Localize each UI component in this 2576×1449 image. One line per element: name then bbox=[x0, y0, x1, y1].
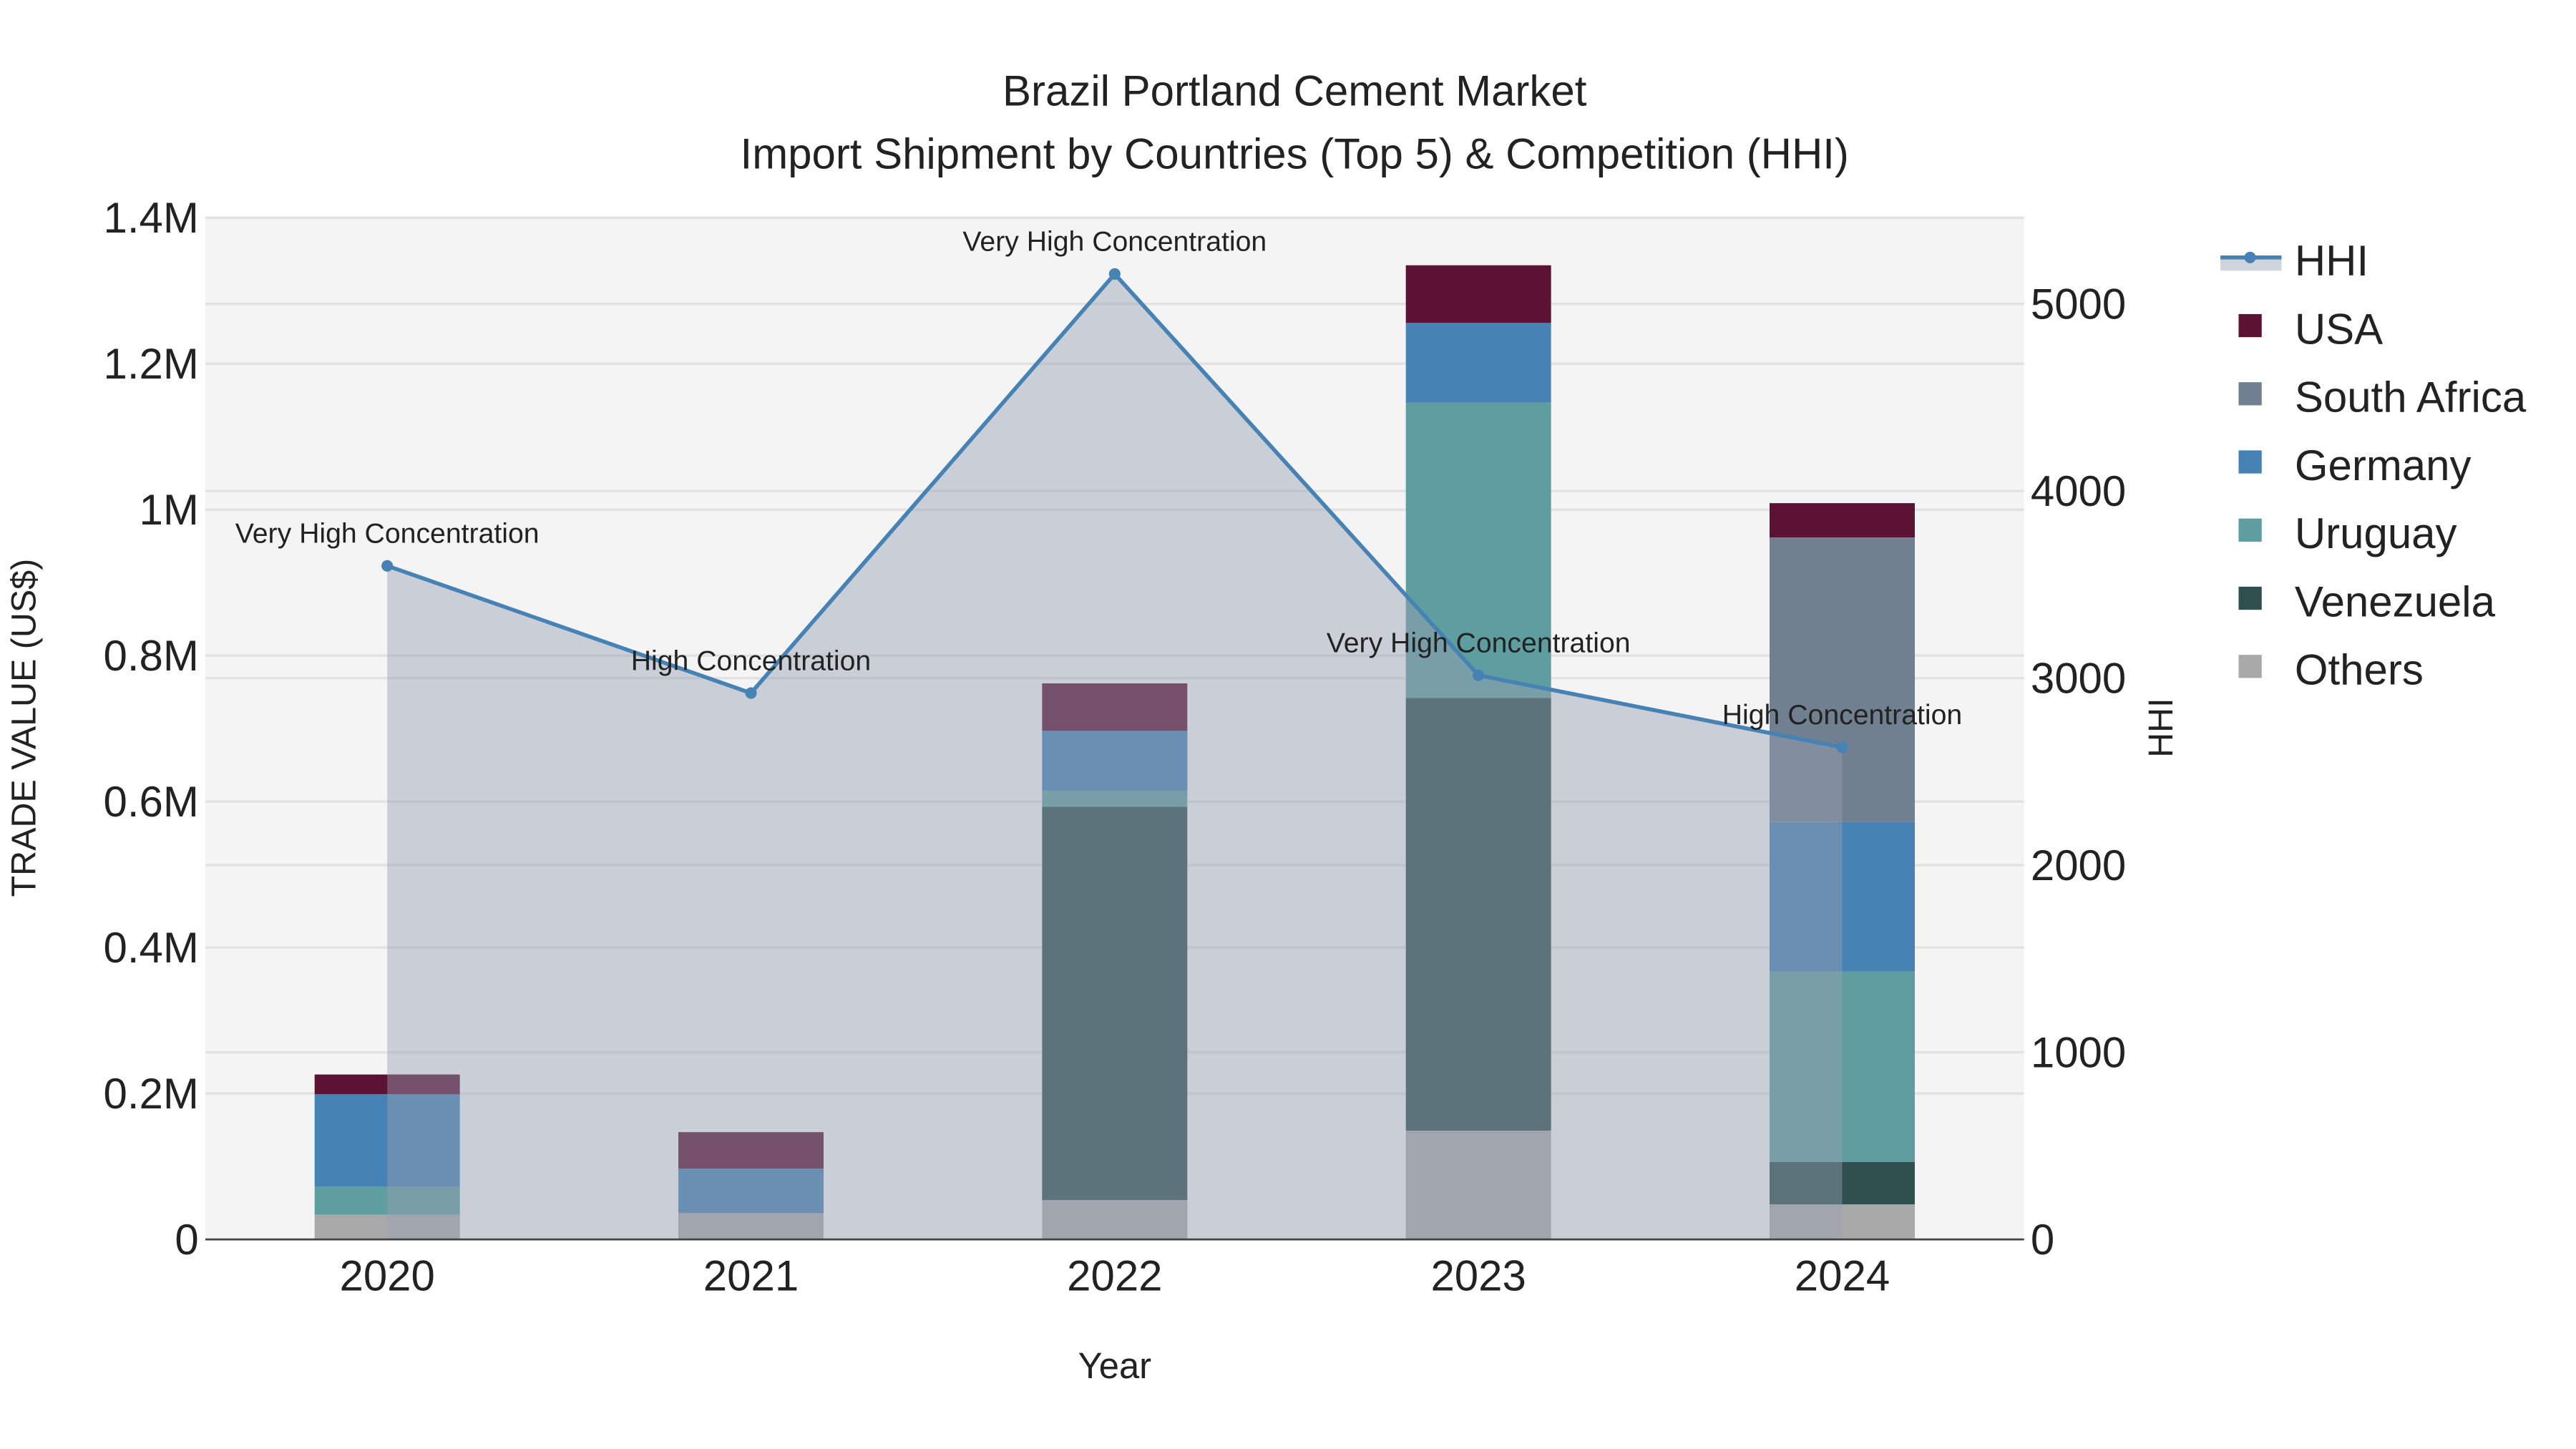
bar-usa bbox=[1770, 503, 1915, 538]
hhi-point bbox=[1108, 268, 1121, 280]
x-tick-label: 2024 bbox=[1795, 1252, 1890, 1300]
hhi-annotation: High Concentration bbox=[631, 645, 871, 676]
hhi-annotation: Very High Concentration bbox=[1327, 628, 1631, 658]
y2-tick-label: 0 bbox=[2031, 1216, 2054, 1264]
y2-tick-label: 4000 bbox=[2031, 467, 2126, 515]
legend-label: USA bbox=[2295, 305, 2383, 353]
chart: Brazil Portland Cement Market Import Shi… bbox=[4, 67, 2527, 1386]
legend-swatch-others bbox=[2238, 655, 2262, 678]
legend-label: HHI bbox=[2295, 237, 2368, 285]
hhi-point bbox=[381, 560, 394, 572]
x-axis-label: Year bbox=[1078, 1345, 1152, 1386]
x-tick-label: 2021 bbox=[703, 1252, 799, 1300]
legend-swatch-hhi-marker bbox=[2244, 251, 2256, 263]
y2-tick-label: 2000 bbox=[2031, 841, 2126, 889]
hhi-annotation: High Concentration bbox=[1722, 700, 1962, 731]
y-tick-label: 0 bbox=[175, 1216, 198, 1264]
y-tick-label: 0.8M bbox=[103, 632, 198, 680]
hhi-annotation: Very High Concentration bbox=[235, 518, 540, 549]
legend-swatch-uruguay bbox=[2238, 518, 2262, 542]
x-tick-label: 2023 bbox=[1430, 1252, 1526, 1300]
x-tick-label: 2020 bbox=[339, 1252, 434, 1300]
legend-swatch-germany bbox=[2238, 450, 2262, 474]
y2-tick-label: 1000 bbox=[2031, 1028, 2126, 1076]
legend-label: Germany bbox=[2295, 441, 2472, 489]
chart-subtitle: Import Shipment by Countries (Top 5) & C… bbox=[741, 130, 1849, 177]
legend-label: Others bbox=[2295, 646, 2424, 694]
y-tick-label: 0.6M bbox=[103, 778, 198, 826]
y-tick-label: 1.2M bbox=[103, 340, 198, 388]
hhi-point bbox=[1473, 669, 1485, 681]
x-tick-label: 2022 bbox=[1067, 1252, 1162, 1300]
hhi-point bbox=[745, 687, 757, 699]
hhi-annotation: Very High Concentration bbox=[962, 227, 1267, 258]
legend-swatch-venezuela bbox=[2238, 586, 2262, 610]
chart-title: Brazil Portland Cement Market bbox=[1002, 67, 1587, 115]
bar-usa bbox=[1405, 265, 1551, 323]
y-tick-label: 0.4M bbox=[103, 924, 198, 972]
bar-germany bbox=[1405, 323, 1551, 403]
y-axis-label: TRADE VALUE (US$) bbox=[4, 559, 43, 897]
y2-axis-label: HHI bbox=[2142, 698, 2180, 757]
legend-label: Venezuela bbox=[2295, 577, 2496, 625]
legend: HHI USA South Africa Germany Uruguay Venezuel… bbox=[2220, 237, 2527, 694]
y-tick-label: 1.4M bbox=[103, 194, 198, 242]
legend-label: Uruguay bbox=[2295, 509, 2457, 557]
y2-tick-label: 3000 bbox=[2031, 654, 2126, 702]
hhi-point bbox=[1836, 741, 1848, 753]
legend-label: South Africa bbox=[2295, 374, 2527, 421]
legend-swatch-south-africa bbox=[2238, 382, 2262, 406]
legend-swatch-usa bbox=[2238, 313, 2262, 338]
y2-tick-label: 5000 bbox=[2031, 280, 2126, 328]
y-tick-label: 1M bbox=[139, 486, 198, 534]
y-tick-label: 0.2M bbox=[103, 1070, 198, 1118]
